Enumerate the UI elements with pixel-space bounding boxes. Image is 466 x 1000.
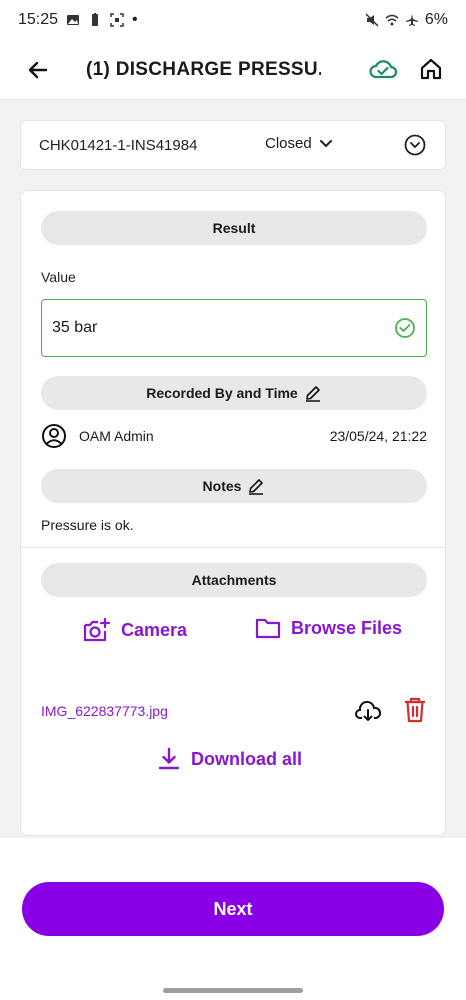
sync-button[interactable] xyxy=(366,52,400,86)
camera-button[interactable]: Camera xyxy=(83,617,187,643)
home-icon xyxy=(420,58,442,80)
user-circle-icon xyxy=(42,424,66,448)
result-header-label: Result xyxy=(212,220,256,236)
cloud-download-icon[interactable] xyxy=(355,699,381,723)
attachment-file-link[interactable]: IMG_622837773.jpg xyxy=(41,703,168,719)
check-id: CHK01421-1-INS41984 xyxy=(39,136,198,154)
folder-icon xyxy=(255,618,281,639)
bottom-bar: Next xyxy=(0,838,466,1000)
notes-text: Pressure is ok. xyxy=(41,517,134,533)
notes-header[interactable]: Notes xyxy=(41,469,427,503)
arrow-left-icon xyxy=(28,61,48,78)
attachments-header: Attachments xyxy=(41,563,427,597)
pencil-icon xyxy=(305,386,320,402)
back-button[interactable] xyxy=(18,50,58,90)
recorded-header-label: Recorded By and Time xyxy=(146,385,298,401)
status-bar: 15:25 • 6% xyxy=(0,0,466,40)
check-header-card: CHK01421-1-INS41984 Closed xyxy=(20,120,446,170)
chevron-down-icon xyxy=(319,139,332,147)
notes-header-label: Notes xyxy=(202,478,242,494)
home-button[interactable] xyxy=(414,52,448,86)
battery-percent: 6% xyxy=(424,11,448,28)
browse-files-button[interactable]: Browse Files xyxy=(255,617,402,639)
value-field[interactable]: 35 bar xyxy=(41,299,427,357)
value-text: 35 bar xyxy=(52,319,98,336)
recorded-row: OAM Admin 23/05/24, 21:22 xyxy=(41,423,427,449)
browse-files-label: Browse Files xyxy=(291,617,403,638)
pencil-icon xyxy=(249,479,264,495)
recorded-user: OAM Admin xyxy=(79,428,154,444)
battery-alert-icon xyxy=(92,13,99,26)
status-time: 15:25 xyxy=(18,11,59,28)
trash-icon[interactable] xyxy=(403,697,427,723)
camera-label: Camera xyxy=(121,619,188,640)
download-all-label: Download all xyxy=(191,748,303,769)
cloud-check-icon xyxy=(369,60,398,79)
wifi-icon xyxy=(385,14,399,26)
recorded-header[interactable]: Recorded By and Time xyxy=(41,376,427,410)
attachments-header-label: Attachments xyxy=(191,572,277,588)
home-indicator[interactable] xyxy=(163,988,303,993)
status-dropdown[interactable]: Closed xyxy=(265,135,332,152)
screenshot-icon xyxy=(110,13,124,27)
inspection-detail-card: Result Value 35 bar Recorded By and Time… xyxy=(20,190,446,836)
result-header: Result xyxy=(41,211,427,245)
airplane-icon xyxy=(405,14,418,26)
chevron-circle-down-icon[interactable] xyxy=(403,133,427,157)
next-button[interactable]: Next xyxy=(22,882,444,936)
recorded-timestamp: 23/05/24, 21:22 xyxy=(329,428,427,444)
gallery-icon xyxy=(67,15,80,25)
divider xyxy=(21,547,445,548)
page-title: (1) DISCHARGE PRESSU... xyxy=(86,58,321,80)
download-all-button[interactable]: Download all xyxy=(157,747,302,771)
app-bar: (1) DISCHARGE PRESSU... xyxy=(0,40,466,100)
status-dot: • xyxy=(132,11,138,28)
status-value: Closed xyxy=(265,135,312,152)
mute-icon xyxy=(365,13,379,27)
value-label: Value xyxy=(41,269,76,285)
download-icon xyxy=(158,747,180,770)
camera-plus-icon xyxy=(83,617,111,642)
check-circle-icon xyxy=(395,318,415,338)
